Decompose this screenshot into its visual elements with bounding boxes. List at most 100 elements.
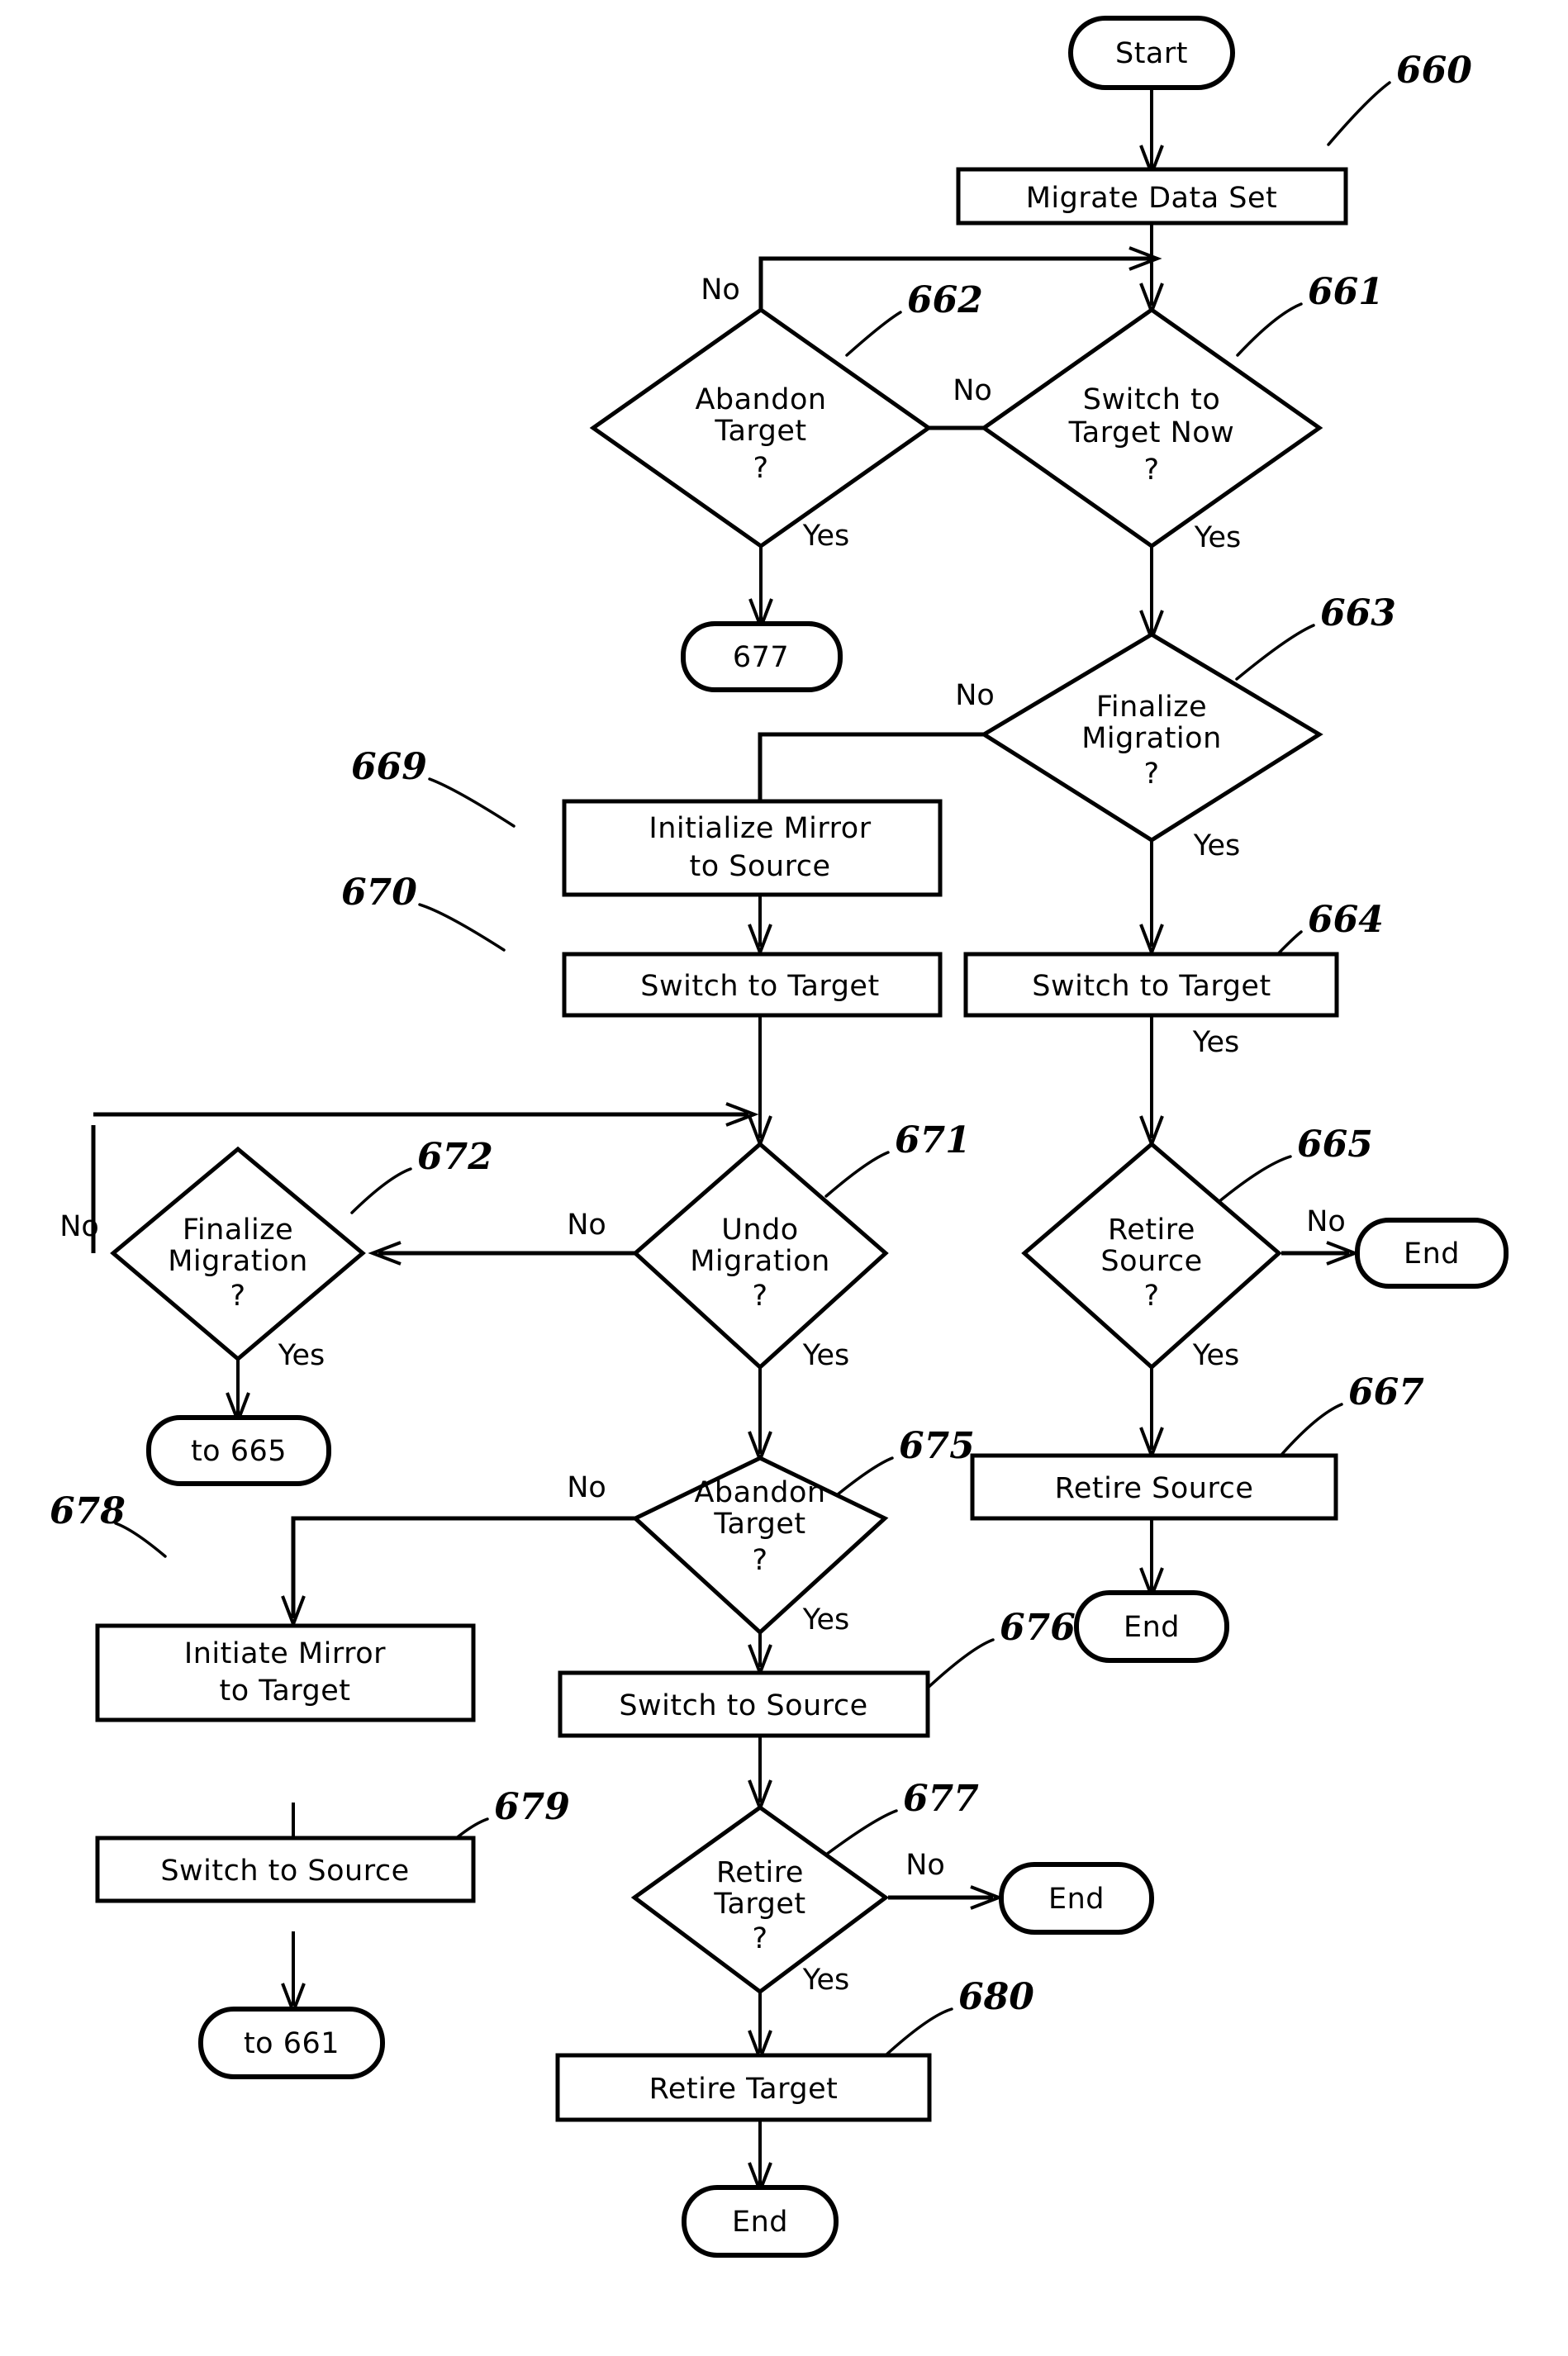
node-switch-to-source-679[interactable]: Switch to Source bbox=[95, 1836, 476, 1903]
node-end-665-no[interactable]: End bbox=[1355, 1218, 1509, 1289]
edge-669-to-670 bbox=[748, 895, 772, 957]
node-667-label: Retire Source bbox=[1055, 1472, 1254, 1505]
leader-662 bbox=[845, 311, 902, 357]
node-switch-to-target-670[interactable]: Switch to Target bbox=[562, 952, 943, 1018]
edge-680-to-end bbox=[748, 2121, 772, 2196]
node-retire-source-process[interactable]: Retire Source bbox=[970, 1453, 1338, 1521]
node-676-label: Switch to Source bbox=[619, 1689, 867, 1722]
leader-661 bbox=[1236, 302, 1303, 357]
edge-label-661-yes: Yes bbox=[1194, 521, 1242, 554]
ref-679: 679 bbox=[494, 1786, 570, 1828]
edge-677-no-to-end bbox=[888, 1885, 1004, 1910]
edge-label-672-yes: Yes bbox=[278, 1339, 325, 1372]
node-finalize-migration-decision-672[interactable]: Finalize Migration ? bbox=[110, 1146, 366, 1362]
node-offpage-to-661[interactable]: to 661 bbox=[198, 2007, 385, 2079]
node-start-label: Start bbox=[1115, 37, 1188, 70]
ref-671: 671 bbox=[895, 1119, 971, 1161]
node-retire-source-decision[interactable]: Retire Source ? bbox=[1021, 1141, 1282, 1370]
node-switch-to-source-676[interactable]: Switch to Source bbox=[558, 1670, 930, 1738]
node-end677no-label: End bbox=[1048, 1883, 1105, 1916]
leader-667 bbox=[1281, 1403, 1343, 1456]
ref-664: 664 bbox=[1308, 899, 1384, 941]
edge-label-665-no: No bbox=[1306, 1205, 1346, 1238]
node-671-line1: Undo bbox=[721, 1214, 798, 1247]
node-675-line3: ? bbox=[752, 1544, 767, 1577]
ref-672: 672 bbox=[417, 1136, 493, 1178]
ref-677: 677 bbox=[903, 1778, 979, 1820]
node-off677-label: 677 bbox=[733, 641, 789, 674]
node-end-677-no[interactable]: End bbox=[999, 1862, 1154, 1935]
edge-label-677-no: No bbox=[905, 1849, 945, 1882]
node-initiate-mirror-to-target[interactable]: Initiate Mirror to Target bbox=[95, 1623, 476, 1722]
node-669-line2: to Source bbox=[690, 850, 831, 883]
leader-660 bbox=[1327, 81, 1391, 146]
node-661-line3: ? bbox=[1143, 454, 1159, 487]
node-end665no-label: End bbox=[1404, 1237, 1460, 1271]
node-start[interactable]: Start bbox=[1068, 16, 1235, 90]
node-switch-to-target-664[interactable]: Switch to Target bbox=[963, 952, 1339, 1018]
ref-669: 669 bbox=[351, 746, 427, 788]
ref-665: 665 bbox=[1297, 1123, 1373, 1166]
node-661-line2: Target Now bbox=[1068, 416, 1235, 449]
edge-label-665-yes: Yes bbox=[1192, 1339, 1240, 1372]
node-offpage-677[interactable]: 677 bbox=[681, 621, 843, 692]
node-677-line2: Target bbox=[713, 1888, 805, 1921]
node-off661-label: to 661 bbox=[244, 2027, 340, 2060]
ref-663: 663 bbox=[1320, 592, 1396, 634]
ref-662: 662 bbox=[907, 279, 983, 321]
node-663-line3: ? bbox=[1143, 758, 1159, 791]
node-677-line1: Retire bbox=[716, 1856, 804, 1889]
leader-677 bbox=[824, 1809, 898, 1856]
edge-672-yes-to-665off bbox=[226, 1355, 250, 1426]
node-end667-label: End bbox=[1124, 1611, 1180, 1644]
node-migrate-data-set[interactable]: Migrate Data Set bbox=[956, 167, 1348, 226]
ref-678: 678 bbox=[50, 1490, 126, 1532]
leader-680 bbox=[884, 2007, 953, 2057]
node-670-label: Switch to Target bbox=[640, 970, 879, 1003]
edge-677-yes-to-680 bbox=[748, 1993, 772, 2064]
leader-665 bbox=[1217, 1155, 1292, 1204]
node-672-line2: Migration bbox=[168, 1245, 308, 1278]
leader-670 bbox=[418, 903, 506, 952]
node-671-line3: ? bbox=[752, 1280, 767, 1313]
ref-660: 660 bbox=[1396, 50, 1472, 92]
edge-671-no-to-672 bbox=[368, 1241, 638, 1266]
edge-675-no-to-678 bbox=[281, 1516, 638, 1629]
leader-663 bbox=[1235, 624, 1315, 681]
edge-label-672-no: No bbox=[59, 1210, 99, 1243]
leader-671 bbox=[824, 1151, 890, 1198]
ref-661: 661 bbox=[1308, 271, 1384, 313]
edge-start-to-660 bbox=[1139, 87, 1164, 178]
node-initialize-mirror-to-source[interactable]: Initialize Mirror to Source bbox=[562, 799, 943, 897]
edge-label-662-yes: Yes bbox=[802, 520, 850, 553]
node-end-680[interactable]: End bbox=[682, 2185, 839, 2258]
node-switch-to-target-now-decision[interactable]: Switch to Target Now ? bbox=[980, 306, 1323, 549]
node-677-line3: ? bbox=[752, 1922, 767, 1955]
edge-675-yes-to-676 bbox=[748, 1633, 772, 1678]
node-off665-label: to 665 bbox=[191, 1435, 287, 1468]
node-665-line3: ? bbox=[1143, 1280, 1159, 1313]
node-675-line1: Abandon bbox=[694, 1476, 825, 1509]
edge-662-yes-to-677off bbox=[748, 545, 773, 632]
edge-label-661-no: No bbox=[953, 374, 992, 407]
edge-label-664-yes: Yes bbox=[1192, 1026, 1240, 1059]
node-672-line1: Finalize bbox=[183, 1214, 293, 1247]
ref-670: 670 bbox=[341, 872, 417, 914]
edge-664-to-665 bbox=[1139, 1015, 1164, 1149]
edge-671-yes-to-675 bbox=[748, 1368, 772, 1465]
node-680-label: Retire Target bbox=[649, 2073, 839, 2106]
node-abandon-target-decision-662[interactable]: Abandon Target ? bbox=[589, 306, 933, 549]
node-675-line2: Target bbox=[713, 1508, 805, 1541]
node-663-line2: Migration bbox=[1081, 722, 1222, 755]
ref-675: 675 bbox=[899, 1425, 975, 1467]
node-662-line2: Target bbox=[714, 415, 806, 448]
node-finalize-migration-decision-663[interactable]: Finalize Migration ? bbox=[980, 632, 1323, 843]
ref-680: 680 bbox=[958, 1976, 1034, 2018]
node-end-667[interactable]: End bbox=[1074, 1590, 1229, 1663]
edge-665-yes-to-667 bbox=[1139, 1368, 1164, 1461]
flowchart-svg: Start Migrate Data Set Switch to Target … bbox=[50, 16, 1509, 2258]
node-offpage-to-665[interactable]: to 665 bbox=[146, 1415, 331, 1486]
node-retire-target-process[interactable]: Retire Target bbox=[555, 2053, 932, 2122]
node-664-label: Switch to Target bbox=[1032, 970, 1271, 1003]
edge-661-yes-to-663 bbox=[1139, 547, 1164, 644]
